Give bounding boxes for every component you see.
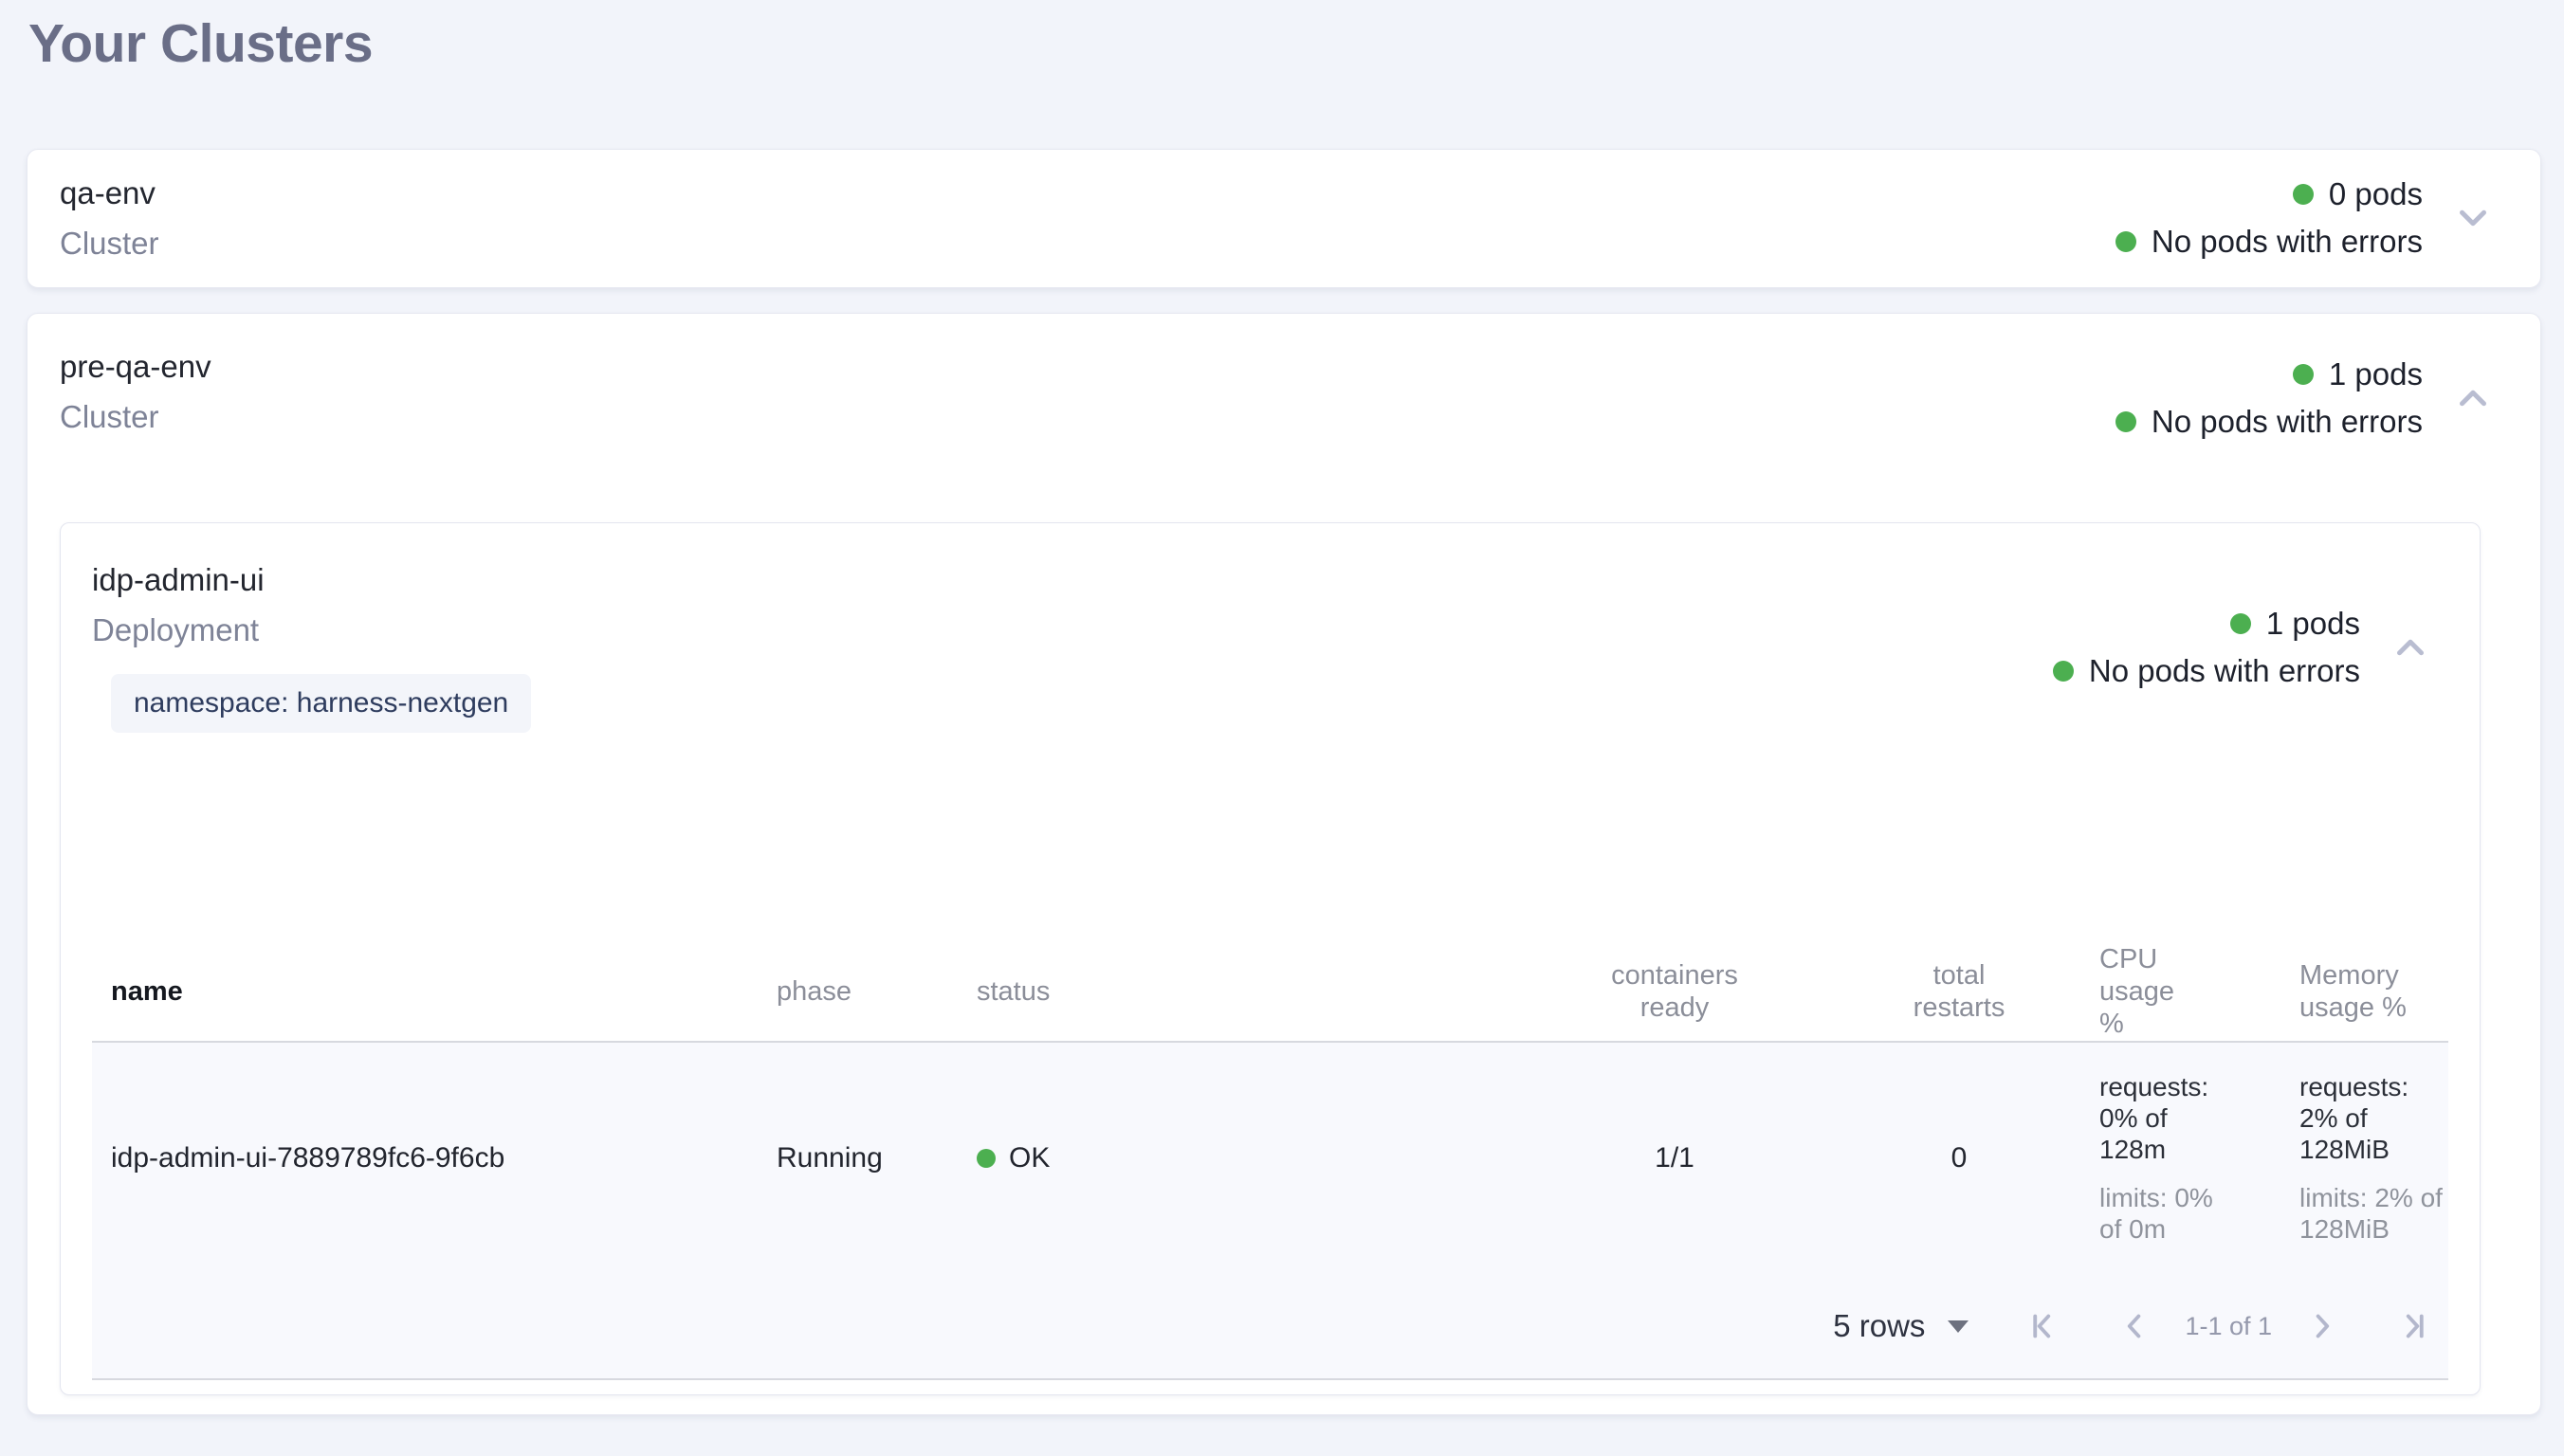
pods-table-body: idp-admin-ui-7889789fc6-9f6cb Running OK…	[92, 1043, 2448, 1380]
chevron-right-icon	[2302, 1306, 2342, 1346]
containers-ready-cell: 1/1	[1655, 1141, 1694, 1175]
memory-usage-cell: requests: 2% of 128MiB limits: 2% of 128…	[2273, 1071, 2448, 1247]
pods-count-label: 0 pods	[2329, 177, 2423, 211]
last-page-button[interactable]	[2391, 1304, 2435, 1348]
pods-count-status: 1 pods	[2230, 607, 2360, 641]
rows-per-page-label: 5 rows	[1833, 1308, 1925, 1344]
pods-errors-status: No pods with errors	[2115, 405, 2423, 439]
deployment-status-lines: 1 pods No pods with errors	[2053, 607, 2360, 688]
column-header-cpu-usage: CPU usage %	[2017, 943, 2273, 1040]
memory-limits-value: limits: 2% of 128MiB	[2299, 1182, 2444, 1245]
cluster-status-area: 1 pods No pods with errors	[2115, 357, 2495, 439]
pods-table-pagination: 5 rows 1-1 of 1	[92, 1275, 2448, 1378]
pods-no-errors-dot-icon	[2053, 661, 2074, 682]
deployment-kind: Deployment	[92, 611, 531, 649]
next-page-button[interactable]	[2300, 1304, 2344, 1348]
first-page-button[interactable]	[2022, 1304, 2065, 1348]
deployment-header: idp-admin-ui Deployment namespace: harne…	[92, 561, 2480, 733]
expand-cluster-button[interactable]	[2451, 196, 2495, 240]
cluster-status-lines: 0 pods No pods with errors	[2115, 177, 2423, 259]
cluster-name: qa-env	[60, 174, 159, 212]
column-header-status: status	[955, 975, 1448, 1008]
cluster-card-pre-qa-env: pre-qa-env Cluster 1 pods No pods with e…	[27, 313, 2541, 1415]
deployment-identity: idp-admin-ui Deployment namespace: harne…	[92, 561, 531, 733]
pods-table: name phase status containers ready total…	[92, 943, 2448, 1380]
pods-ok-dot-icon	[2293, 184, 2314, 205]
total-restarts-cell: 0	[1951, 1141, 1968, 1175]
column-header-name: name	[92, 975, 746, 1008]
cluster-card-qa-env: qa-env Cluster 0 pods No pods with error…	[27, 149, 2541, 288]
pods-errors-status: No pods with errors	[2115, 225, 2423, 259]
chevron-left-icon	[2115, 1306, 2154, 1346]
table-row: idp-admin-ui-7889789fc6-9f6cb Running OK…	[92, 1043, 2448, 1275]
collapse-cluster-button[interactable]	[2451, 376, 2495, 420]
pods-errors-label: No pods with errors	[2152, 405, 2423, 439]
cluster-kind: Cluster	[60, 398, 211, 436]
status-ok-dot-icon	[977, 1149, 996, 1168]
chevron-up-icon	[2451, 376, 2495, 420]
pods-errors-label: No pods with errors	[2152, 225, 2423, 259]
pods-count-status: 1 pods	[2293, 357, 2423, 391]
cluster-identity: pre-qa-env Cluster	[60, 348, 211, 436]
caret-down-icon	[1948, 1320, 1969, 1333]
last-page-icon	[2393, 1306, 2433, 1346]
page-range-label: 1-1 of 1	[2185, 1312, 2272, 1341]
deployment-name: idp-admin-ui	[92, 561, 531, 599]
deployment-status-area: 1 pods No pods with errors	[2053, 607, 2432, 688]
memory-requests-value: requests: 2% of 128MiB	[2299, 1071, 2444, 1165]
pods-errors-status: No pods with errors	[2053, 654, 2360, 688]
cluster-header: pre-qa-env Cluster 1 pods No pods with e…	[27, 348, 2540, 439]
page: { "page": { "title": "Your Clusters" }, …	[0, 13, 2564, 1456]
chevron-down-icon	[2451, 196, 2495, 240]
deployment-card-idp-admin-ui: idp-admin-ui Deployment namespace: harne…	[60, 522, 2481, 1395]
cluster-identity: qa-env Cluster	[60, 174, 159, 263]
pod-phase-cell: Running	[746, 1141, 955, 1175]
cluster-status-area: 0 pods No pods with errors	[2115, 177, 2495, 259]
pods-errors-label: No pods with errors	[2089, 654, 2360, 688]
cluster-name: pre-qa-env	[60, 348, 211, 386]
pods-no-errors-dot-icon	[2115, 411, 2136, 432]
cpu-usage-cell: requests: 0% of 128m limits: 0% of 0m	[2017, 1071, 2273, 1247]
first-page-icon	[2024, 1306, 2063, 1346]
pods-no-errors-dot-icon	[2115, 231, 2136, 252]
status-ok-label: OK	[1009, 1141, 1050, 1175]
namespace-chip: namespace: harness-nextgen	[111, 674, 531, 733]
cluster-kind: Cluster	[60, 225, 159, 263]
pods-count-label: 1 pods	[2266, 607, 2360, 641]
rows-per-page-select[interactable]: 5 rows	[1833, 1308, 1969, 1344]
cpu-limits-value: limits: 0% of 0m	[2099, 1182, 2232, 1245]
pods-count-label: 1 pods	[2329, 357, 2423, 391]
cluster-status-lines: 1 pods No pods with errors	[2115, 357, 2423, 439]
pods-ok-dot-icon	[2230, 613, 2251, 634]
collapse-deployment-button[interactable]	[2389, 626, 2432, 669]
pager-controls: 1-1 of 1	[2022, 1304, 2435, 1348]
chevron-up-icon	[2389, 626, 2432, 669]
page-title: Your Clusters	[28, 13, 2564, 76]
pods-table-header: name phase status containers ready total…	[92, 943, 2448, 1043]
column-header-memory-usage: Memory usage %	[2273, 959, 2448, 1024]
cpu-requests-value: requests: 0% of 128m	[2099, 1071, 2232, 1165]
pods-count-status: 0 pods	[2293, 177, 2423, 211]
column-header-phase: phase	[746, 975, 955, 1008]
column-header-containers-ready: containers ready	[1608, 959, 1741, 1024]
pods-ok-dot-icon	[2293, 364, 2314, 385]
previous-page-button[interactable]	[2113, 1304, 2156, 1348]
pod-name-cell: idp-admin-ui-7889789fc6-9f6cb	[92, 1141, 746, 1175]
column-header-total-restarts: total restarts	[1907, 959, 2011, 1024]
pod-status-cell: OK	[955, 1141, 1448, 1175]
